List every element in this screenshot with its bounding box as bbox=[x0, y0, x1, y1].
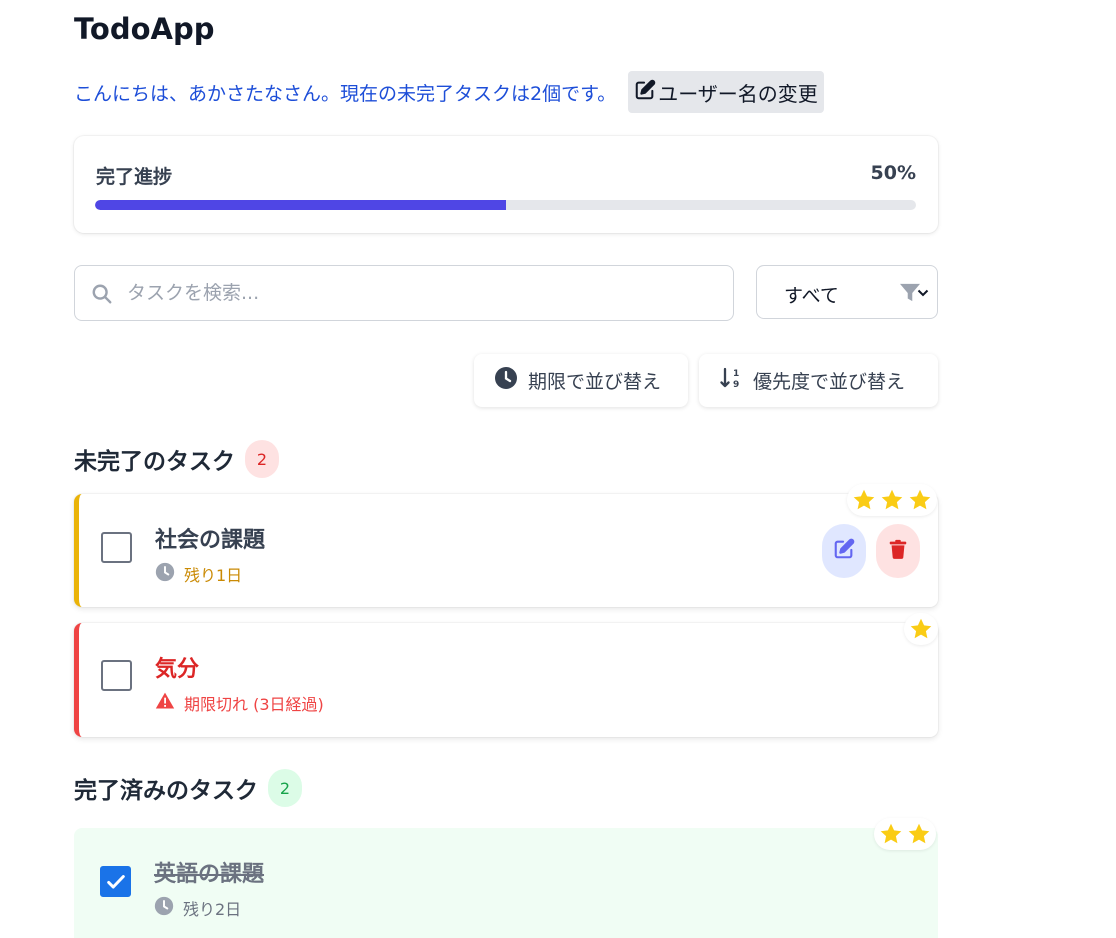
star-icon bbox=[908, 488, 932, 512]
completed-count-badge: 2 bbox=[268, 769, 302, 807]
star-icon bbox=[852, 488, 876, 512]
priority-stars bbox=[847, 484, 937, 516]
change-username-label: ユーザー名の変更 bbox=[658, 81, 818, 106]
progress-label: 完了進捗 bbox=[96, 166, 173, 188]
task-card-social: 社会の課題 残り1日 bbox=[74, 494, 938, 607]
sort-by-due-label: 期限で並び替え bbox=[528, 371, 662, 393]
sort-by-priority-button[interactable]: 1 9 優先度で並び替え bbox=[699, 354, 938, 407]
sort-by-priority-label: 優先度で並び替え bbox=[753, 371, 906, 393]
task-card-english: 英語の課題 残り2日 bbox=[74, 828, 938, 938]
svg-text:1: 1 bbox=[733, 369, 739, 379]
task-meta: 期限切れ (3日経過) bbox=[155, 691, 324, 715]
incomplete-section-title: 未完了のタスク bbox=[74, 449, 235, 475]
completed-section-title: 完了済みのタスク bbox=[74, 778, 258, 804]
sort-by-due-button[interactable]: 期限で並び替え bbox=[474, 354, 688, 407]
sort-arrow-icon: 1 9 bbox=[719, 366, 743, 395]
priority-stars bbox=[904, 613, 938, 645]
task-due-text: 期限切れ (3日経過) bbox=[184, 695, 324, 714]
app-title: TodoApp bbox=[74, 12, 215, 46]
progress-bar-fill bbox=[95, 200, 506, 210]
task-checkbox-checked[interactable] bbox=[100, 866, 131, 897]
star-icon bbox=[907, 822, 931, 846]
task-title: 英語の課題 bbox=[154, 862, 265, 887]
incomplete-count-badge: 2 bbox=[245, 440, 279, 478]
search-box[interactable] bbox=[74, 265, 734, 321]
task-due-text: 残り2日 bbox=[183, 900, 242, 919]
star-icon bbox=[880, 488, 904, 512]
task-title: 気分 bbox=[155, 657, 200, 682]
svg-text:9: 9 bbox=[733, 380, 739, 390]
task-due-text: 残り1日 bbox=[184, 566, 243, 585]
greeting-text: こんにちは、あかさたなさん。現在の未完了タスクは2個です。 bbox=[74, 82, 617, 105]
edit-icon bbox=[833, 538, 855, 564]
task-checkbox[interactable] bbox=[101, 660, 132, 691]
clock-icon bbox=[155, 562, 175, 586]
warning-icon bbox=[155, 691, 175, 715]
task-meta: 残り1日 bbox=[155, 562, 242, 586]
progress-bar bbox=[95, 200, 916, 210]
star-icon bbox=[909, 617, 933, 641]
filter-select[interactable]: すべて bbox=[756, 265, 938, 319]
clock-icon bbox=[494, 366, 518, 395]
edit-icon bbox=[634, 79, 656, 106]
star-icon bbox=[879, 822, 903, 846]
greeting-row: こんにちは、あかさたなさん。現在の未完了タスクは2個です。 ユーザー名の変更 bbox=[74, 71, 824, 113]
task-meta: 残り2日 bbox=[154, 896, 241, 920]
task-checkbox[interactable] bbox=[101, 532, 132, 563]
filter-selected-value: すべて bbox=[784, 285, 839, 307]
trash-icon bbox=[887, 538, 909, 564]
progress-card: 完了進捗 50% bbox=[74, 136, 938, 233]
progress-percent: 50% bbox=[870, 162, 916, 184]
search-input[interactable] bbox=[75, 266, 733, 320]
priority-stars bbox=[874, 818, 936, 850]
edit-task-button[interactable] bbox=[822, 524, 866, 578]
change-username-button[interactable]: ユーザー名の変更 bbox=[628, 71, 824, 113]
task-title: 社会の課題 bbox=[155, 528, 266, 553]
completed-section-header: 完了済みのタスク 2 bbox=[74, 769, 302, 807]
task-card-mood: 気分 期限切れ (3日経過) bbox=[74, 623, 938, 737]
delete-task-button[interactable] bbox=[876, 524, 920, 578]
incomplete-section-header: 未完了のタスク 2 bbox=[74, 440, 279, 478]
clock-icon bbox=[154, 896, 174, 920]
